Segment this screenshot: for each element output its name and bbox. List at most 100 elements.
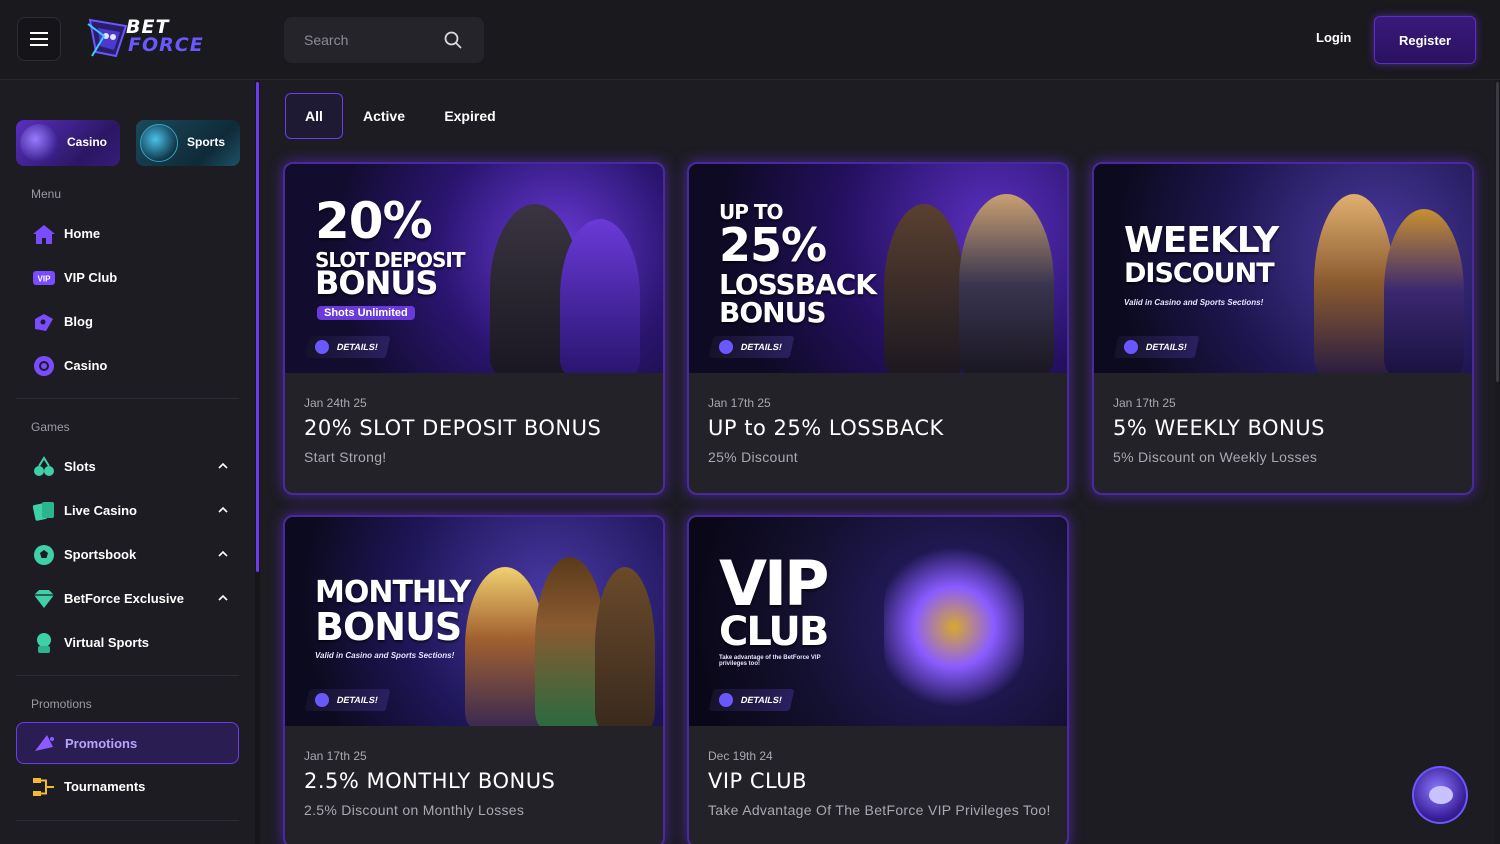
casino-pill-label: Casino: [67, 135, 108, 149]
diamond-icon: [34, 590, 54, 608]
promo-card-vip-club[interactable]: VIP CLUB Take advantage of the BetForce …: [687, 515, 1069, 844]
chevron-up-icon[interactable]: [218, 461, 228, 471]
sidebar-divider: [16, 820, 239, 821]
details-label: DETAILS!: [739, 695, 783, 705]
details-button[interactable]: DETAILS!: [708, 336, 795, 358]
casino-chip-icon: [34, 356, 54, 376]
chevron-up-icon[interactable]: [218, 549, 228, 559]
gorilla-badge-icon: [719, 693, 733, 707]
tab-all[interactable]: All: [285, 93, 343, 139]
page-scrollbar[interactable]: [1495, 80, 1500, 844]
gorilla-avatars-collage-image: [884, 537, 1024, 717]
promo-date: Jan 17th 25: [1113, 396, 1176, 410]
gorilla-support-icon: [1429, 786, 1453, 804]
sidebar-scrollbar[interactable]: [255, 80, 260, 844]
promo-date: Jan 24th 25: [304, 396, 367, 410]
sidebar-item-vip-club[interactable]: VIP VIP Club: [16, 257, 239, 299]
search-input[interactable]: [284, 17, 434, 63]
sidebar-item-slots[interactable]: Slots: [16, 446, 239, 488]
banner-tag: Shots Unlimited: [317, 306, 415, 320]
promo-title: UP to 25% LOSSBACK: [708, 416, 944, 440]
promo-banner: MONTHLY BONUS Valid in Casino and Sports…: [285, 517, 663, 726]
chevron-up-icon[interactable]: [218, 593, 228, 603]
promo-banner: VIP CLUB Take advantage of the BetForce …: [689, 517, 1067, 726]
promo-date: Jan 17th 25: [708, 396, 771, 410]
slots-icon: [34, 456, 54, 476]
sidebar-item-casino[interactable]: Casino: [16, 345, 239, 387]
banner-subheadline: BONUS: [315, 605, 462, 649]
tab-expired[interactable]: Expired: [432, 93, 508, 139]
casino-quick-pill[interactable]: Casino: [16, 120, 120, 166]
details-button[interactable]: DETAILS!: [304, 336, 391, 358]
svg-text:VIP: VIP: [38, 275, 52, 284]
promo-card-monthly[interactable]: MONTHLY BONUS Valid in Casino and Sports…: [283, 515, 665, 844]
details-label: DETAILS!: [739, 342, 783, 352]
banner-headline: 25%: [719, 218, 827, 272]
sidebar-item-label: Tournaments: [64, 779, 146, 794]
promo-date: Jan 17th 25: [304, 749, 367, 763]
sidebar-item-promotions[interactable]: Promotions: [16, 722, 239, 764]
gorilla-badge-icon: [719, 340, 733, 354]
hamburger-icon: [30, 32, 48, 46]
sidebar-item-label: BetForce Exclusive: [64, 591, 184, 606]
chevron-up-icon[interactable]: [218, 505, 228, 515]
sidebar-item-live-casino[interactable]: Live Casino: [16, 490, 239, 532]
promo-title: VIP CLUB: [708, 769, 807, 793]
promo-card-slot-deposit[interactable]: 20% SLOT DEPOSIT BONUS Shots Unlimited D…: [283, 162, 665, 495]
hamburger-menu-button[interactable]: [17, 17, 61, 61]
gorilla-badge-icon: [1124, 340, 1138, 354]
cowboy-character-image: [595, 567, 655, 726]
promo-card-lossback[interactable]: UP TO 25% LOSSBACK BONUS DETAILS! Jan 17…: [687, 162, 1069, 495]
promo-banner: 20% SLOT DEPOSIT BONUS Shots Unlimited D…: [285, 164, 663, 373]
sports-pill-label: Sports: [187, 135, 226, 149]
sidebar-item-label: Promotions: [65, 736, 138, 751]
banner-tag: Take advantage of the BetForce VIP privi…: [719, 655, 821, 667]
sidebar-item-home[interactable]: Home: [16, 213, 239, 255]
page-scrollbar-thumb[interactable]: [1496, 82, 1499, 382]
details-label: DETAILS!: [335, 695, 379, 705]
games-section-title: Games: [31, 420, 70, 434]
banner-subheadline: CLUB: [719, 609, 829, 655]
promo-description: Take Advantage Of The BetForce VIP Privi…: [708, 802, 1051, 818]
megaphone-icon: [35, 735, 54, 751]
sidebar-item-label: Slots: [64, 459, 96, 474]
details-button[interactable]: DETAILS!: [708, 689, 795, 711]
menu-section-title: Menu: [31, 187, 62, 201]
vip-icon: VIP: [33, 271, 55, 285]
sidebar-item-blog[interactable]: Blog: [16, 301, 239, 343]
promo-description: Start Strong!: [304, 449, 387, 465]
home-icon: [33, 225, 55, 244]
sidebar: Casino Sports Menu Home VIP VIP Club Blo…: [0, 80, 255, 844]
sidebar-item-betforce-exclusive[interactable]: BetForce Exclusive: [16, 578, 239, 620]
register-button[interactable]: Register: [1374, 16, 1476, 64]
promo-card-weekly[interactable]: WEEKLY DISCOUNT Valid in Casino and Spor…: [1092, 162, 1474, 495]
tab-active[interactable]: Active: [352, 93, 416, 139]
support-chat-button[interactable]: [1412, 766, 1468, 824]
details-button[interactable]: DETAILS!: [1113, 336, 1200, 358]
betforce-logo[interactable]: BET FORCE: [86, 14, 216, 64]
man-character-image: [884, 204, 964, 373]
casino-cards-icon: [20, 124, 58, 162]
sidebar-item-label: Casino: [64, 358, 108, 373]
sports-quick-pill[interactable]: Sports: [136, 120, 240, 166]
login-button[interactable]: Login: [1316, 30, 1351, 45]
promo-title: 20% SLOT DEPOSIT BONUS: [304, 416, 602, 440]
banner-headline: 20%: [315, 192, 433, 250]
banner-subheadline-2: BONUS: [315, 264, 438, 302]
promo-description: 2.5% Discount on Monthly Losses: [304, 802, 525, 818]
sidebar-item-label: Sportsbook: [64, 547, 137, 562]
banner-tag: Valid in Casino and Sports Sections!: [1124, 298, 1264, 307]
gorilla-logo-icon: [87, 18, 128, 58]
banner-subheadline-2: BONUS: [719, 296, 826, 329]
goddess-character-image: [1314, 194, 1394, 373]
sidebar-scrollbar-thumb[interactable]: [256, 82, 259, 572]
suited-man-character-image: [959, 194, 1054, 373]
promo-date: Dec 19th 24: [708, 749, 773, 763]
sidebar-item-tournaments[interactable]: Tournaments: [16, 766, 239, 808]
search-icon[interactable]: [444, 31, 462, 49]
sidebar-item-virtual-sports[interactable]: Virtual Sports: [16, 622, 239, 664]
sidebar-item-sportsbook[interactable]: Sportsbook: [16, 534, 239, 576]
sidebar-item-label: Live Casino: [64, 503, 137, 518]
details-label: DETAILS!: [335, 342, 379, 352]
details-button[interactable]: DETAILS!: [304, 689, 391, 711]
